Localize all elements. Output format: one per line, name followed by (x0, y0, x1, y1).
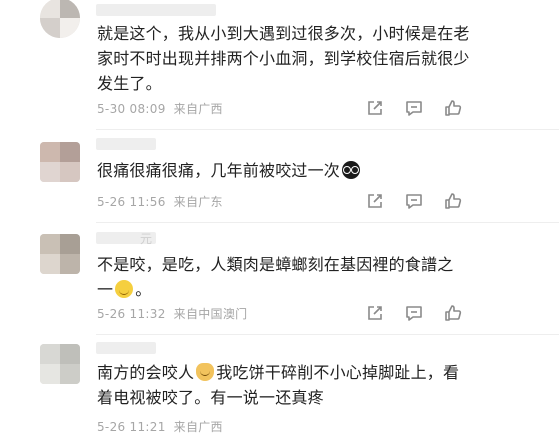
comment-location: 来自中国澳门 (173, 307, 248, 321)
comment-time: 5-26 11:21 (97, 420, 166, 434)
avatar-mosaic (40, 142, 80, 182)
username[interactable] (96, 138, 156, 150)
comment-text-tail: 。 (135, 280, 152, 299)
comment-text: 很痛很痛很痛，几年前被咬过一次 (97, 158, 477, 183)
comment-meta: 5-30 08:09 来自广西 (97, 100, 223, 117)
comment-text-body: 南方的会咬人 (97, 363, 195, 382)
comment-location: 来自广东 (173, 195, 223, 209)
divider (96, 222, 559, 223)
share-icon[interactable] (365, 191, 385, 211)
avatar[interactable] (40, 344, 80, 384)
avatar-mosaic (40, 0, 80, 38)
comment-time: 5-30 08:09 (97, 102, 166, 116)
comment-actions (365, 303, 465, 323)
thumbs-up-icon[interactable] (443, 98, 463, 118)
comment-location: 来自广西 (173, 420, 223, 434)
avatar[interactable] (40, 142, 80, 182)
share-icon[interactable] (365, 98, 385, 118)
glasses-face-icon (342, 161, 361, 179)
avatar-mosaic (40, 344, 80, 384)
avatar[interactable] (40, 0, 80, 38)
comment-meta: 5-26 11:32 来自中国澳门 (97, 305, 247, 322)
username[interactable]: 元 (96, 232, 156, 246)
avatar[interactable] (40, 234, 80, 274)
username[interactable] (96, 4, 216, 16)
comment-time: 5-26 11:56 (97, 195, 166, 209)
thumbs-up-icon[interactable] (443, 191, 463, 211)
avatar-mosaic (40, 234, 80, 274)
share-icon[interactable] (365, 303, 385, 323)
comment-bubble-icon[interactable] (404, 98, 424, 118)
smile-face-icon (115, 280, 134, 298)
comment-actions (365, 98, 465, 118)
cat-face-icon (196, 363, 215, 381)
comment-time: 5-26 11:32 (97, 307, 166, 321)
thumbs-up-icon[interactable] (443, 303, 463, 323)
comment-bubble-icon[interactable] (404, 191, 424, 211)
comment-text: 南方的会咬人 我吃饼干碎削不小心掉脚趾上，看着电视被咬了。有一说一还真疼 (97, 360, 469, 410)
comment-meta: 5-26 11:21 来自广西 (97, 418, 223, 435)
divider (96, 334, 559, 335)
comment-text: 不是咬，是吃，人類肉是蟑螂刻在基因裡的食譜之一。 (97, 252, 469, 302)
divider (96, 129, 559, 130)
comment-meta: 5-26 11:56 来自广东 (97, 193, 223, 210)
comment-location: 来自广西 (173, 102, 223, 116)
comment-text-body: 很痛很痛很痛，几年前被咬过一次 (97, 161, 341, 180)
username[interactable] (96, 342, 156, 354)
comment-text: 就是这个，我从小到大遇到过很多次，小时候是在老家时不时出现并排两个小血洞，到学校… (97, 24, 470, 93)
comment-actions (365, 191, 465, 211)
comment-bubble-icon[interactable] (404, 303, 424, 323)
